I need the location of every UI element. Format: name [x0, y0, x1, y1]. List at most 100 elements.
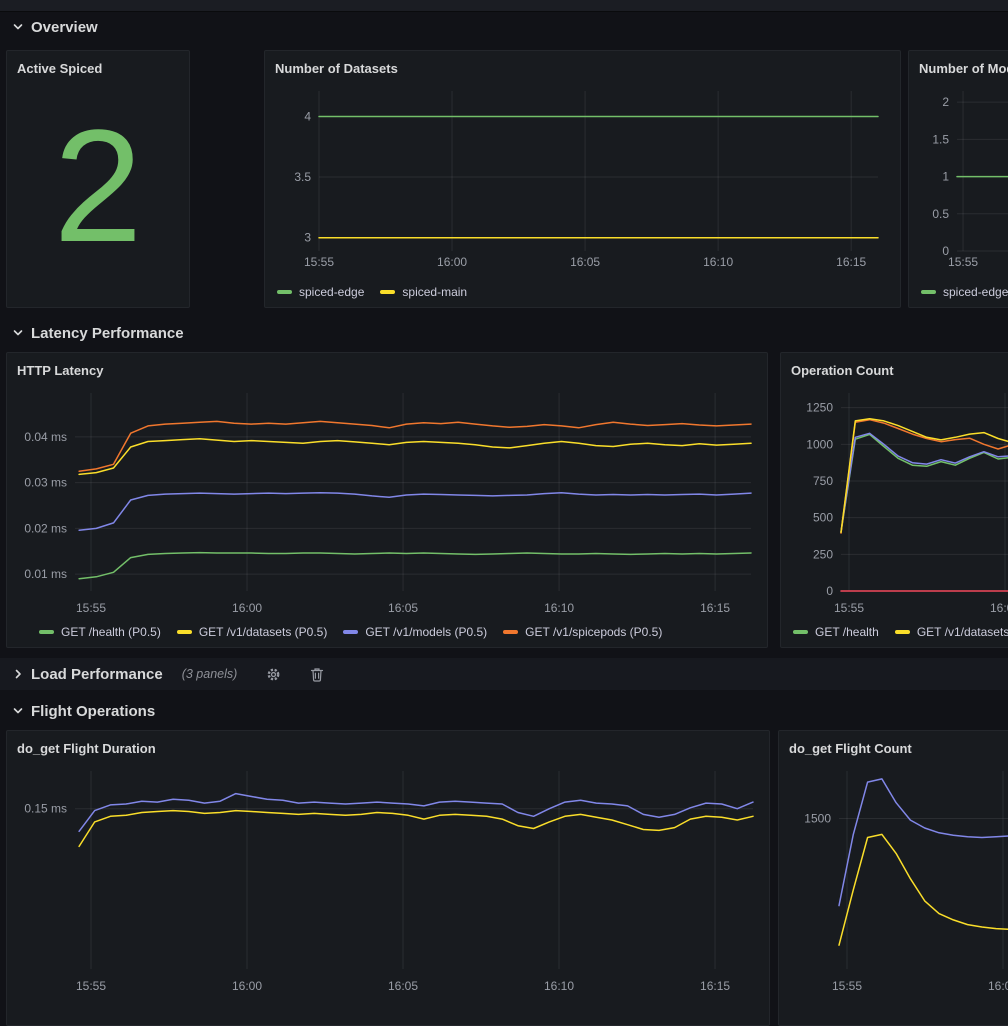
series-line	[79, 553, 751, 579]
legend-swatch-icon	[380, 290, 395, 294]
section-header-load-performance[interactable]: Load Performance (3 panels)	[0, 658, 1008, 690]
panel-number-of-datasets: Number of Datasets 33.5415:5516:0016:051…	[264, 50, 901, 308]
legend: GET /health GET /v1/datasets	[793, 625, 1008, 639]
series-line	[79, 421, 751, 471]
section-header-flight-operations[interactable]: Flight Operations	[12, 699, 155, 723]
legend-label: GET /v1/datasets	[917, 625, 1008, 639]
axis-tick-label: 500	[813, 511, 833, 525]
section-title: Latency Performance	[31, 325, 184, 342]
axis-tick-label: 16:00	[437, 255, 467, 269]
axis-tick-label: 16:10	[544, 601, 574, 615]
datasets-chart[interactable]: 33.5415:5516:0016:0516:1016:15	[273, 79, 894, 280]
axis-tick-label: 1	[942, 170, 949, 184]
axis-tick-label: 16:00	[232, 601, 262, 615]
panel-title[interactable]: Operation Count	[789, 359, 1008, 381]
axis-tick-label: 0.15 ms	[24, 802, 67, 816]
series-line	[841, 433, 1008, 531]
axis-tick-label: 3.5	[294, 170, 311, 184]
flight-duration-chart[interactable]: 0.15 ms15:5516:0016:0516:1016:15	[15, 759, 763, 1004]
axis-tick-label: 750	[813, 474, 833, 488]
legend-item[interactable]: spiced-main	[380, 285, 467, 299]
series-line	[79, 493, 751, 531]
axis-tick-label: 0.04 ms	[24, 430, 67, 444]
panel-title[interactable]: Number of Datasets	[273, 57, 892, 79]
axis-tick-label: 16:05	[570, 255, 600, 269]
legend-item[interactable]: spiced-edge	[277, 285, 364, 299]
flight-count-chart[interactable]: 150015:5516:0016:0516:10	[787, 759, 1008, 1004]
row-delete-button[interactable]	[310, 667, 324, 682]
axis-tick-label: 16:05	[388, 979, 418, 993]
legend-label: spiced-main	[402, 285, 467, 299]
series-line	[839, 834, 1008, 945]
axis-tick-label: 2	[942, 95, 949, 109]
panel-title[interactable]: Number of Models	[917, 57, 1008, 79]
axis-tick-label: 16:15	[836, 255, 866, 269]
legend-label: GET /v1/datasets (P0.5)	[199, 625, 328, 639]
axis-tick-label: 15:55	[832, 979, 862, 993]
panel-operation-count: Operation Count 02505007501000125015:551…	[780, 352, 1008, 648]
trash-icon	[310, 667, 324, 682]
section-title: Overview	[31, 19, 98, 36]
series-line	[79, 794, 753, 832]
top-bar	[0, 0, 1008, 12]
models-chart[interactable]: 00.511.5215:5516:00	[917, 79, 1008, 280]
legend-swatch-icon	[503, 630, 518, 634]
chart-svg: 150015:5516:0016:0516:10	[787, 759, 1008, 999]
axis-tick-label: 15:55	[834, 601, 864, 615]
chevron-down-icon	[12, 327, 24, 339]
axis-tick-label: 15:55	[948, 255, 978, 269]
chart-svg: 33.5415:5516:0016:0516:1016:15	[273, 79, 894, 275]
panel-title[interactable]: HTTP Latency	[15, 359, 759, 381]
axis-tick-label: 16:00	[990, 601, 1008, 615]
legend-swatch-icon	[343, 630, 358, 634]
axis-tick-label: 16:05	[388, 601, 418, 615]
legend-label: spiced-edge	[299, 285, 364, 299]
legend: GET /health (P0.5) GET /v1/datasets (P0.5…	[39, 625, 662, 639]
legend-item[interactable]: GET /v1/models (P0.5)	[343, 625, 487, 639]
legend-item[interactable]: GET /v1/spicepods (P0.5)	[503, 625, 662, 639]
panel-active-spiced: Active Spiced 2	[6, 50, 190, 308]
row-settings-button[interactable]	[266, 667, 281, 682]
http-latency-chart[interactable]: 0.01 ms0.02 ms0.03 ms0.04 ms15:5516:0016…	[15, 381, 761, 626]
axis-tick-label: 16:10	[544, 979, 574, 993]
axis-tick-label: 0.03 ms	[24, 476, 67, 490]
legend-item[interactable]: GET /v1/datasets (P0.5)	[177, 625, 328, 639]
chevron-down-icon	[12, 705, 24, 717]
chart-svg: 00.511.5215:5516:00	[917, 79, 1008, 275]
series-line	[839, 779, 1008, 906]
section-header-overview[interactable]: Overview	[12, 15, 98, 39]
panel-do-get-flight-duration: do_get Flight Duration 0.15 ms15:5516:00…	[6, 730, 770, 1026]
legend-item[interactable]: spiced-edge	[921, 285, 1008, 299]
legend-swatch-icon	[921, 290, 936, 294]
panel-http-latency: HTTP Latency 0.01 ms0.02 ms0.03 ms0.04 m…	[6, 352, 768, 648]
chevron-down-icon	[12, 21, 24, 33]
axis-tick-label: 16:15	[700, 979, 730, 993]
legend: spiced-edge	[921, 285, 1008, 299]
axis-tick-label: 4	[304, 109, 311, 123]
legend-item[interactable]: GET /health	[793, 625, 879, 639]
axis-tick-label: 16:15	[700, 601, 730, 615]
stat-value: 2	[7, 75, 189, 297]
axis-tick-label: 1.5	[932, 132, 949, 146]
legend-swatch-icon	[177, 630, 192, 634]
panel-title[interactable]: do_get Flight Count	[787, 737, 1008, 759]
axis-tick-label: 0.02 ms	[24, 521, 67, 535]
legend: spiced-edge spiced-main	[277, 285, 467, 299]
operation-count-chart[interactable]: 02505007501000125015:5516:0016:0516:10	[789, 381, 1008, 626]
axis-tick-label: 1000	[806, 437, 833, 451]
legend-label: GET /v1/models (P0.5)	[365, 625, 487, 639]
panel-title[interactable]: do_get Flight Duration	[15, 737, 761, 759]
section-header-latency-performance[interactable]: Latency Performance	[12, 321, 184, 345]
axis-tick-label: 0.5	[932, 207, 949, 221]
axis-tick-label: 16:10	[703, 255, 733, 269]
legend-label: GET /health (P0.5)	[61, 625, 161, 639]
legend-label: GET /v1/spicepods (P0.5)	[525, 625, 662, 639]
legend-item[interactable]: GET /health (P0.5)	[39, 625, 161, 639]
axis-tick-label: 15:55	[76, 601, 106, 615]
legend-item[interactable]: GET /v1/datasets	[895, 625, 1008, 639]
axis-tick-label: 16:00	[232, 979, 262, 993]
legend-label: GET /health	[815, 625, 879, 639]
series-line	[79, 439, 751, 475]
axis-tick-label: 15:55	[304, 255, 334, 269]
axis-tick-label: 16:00	[988, 979, 1008, 993]
